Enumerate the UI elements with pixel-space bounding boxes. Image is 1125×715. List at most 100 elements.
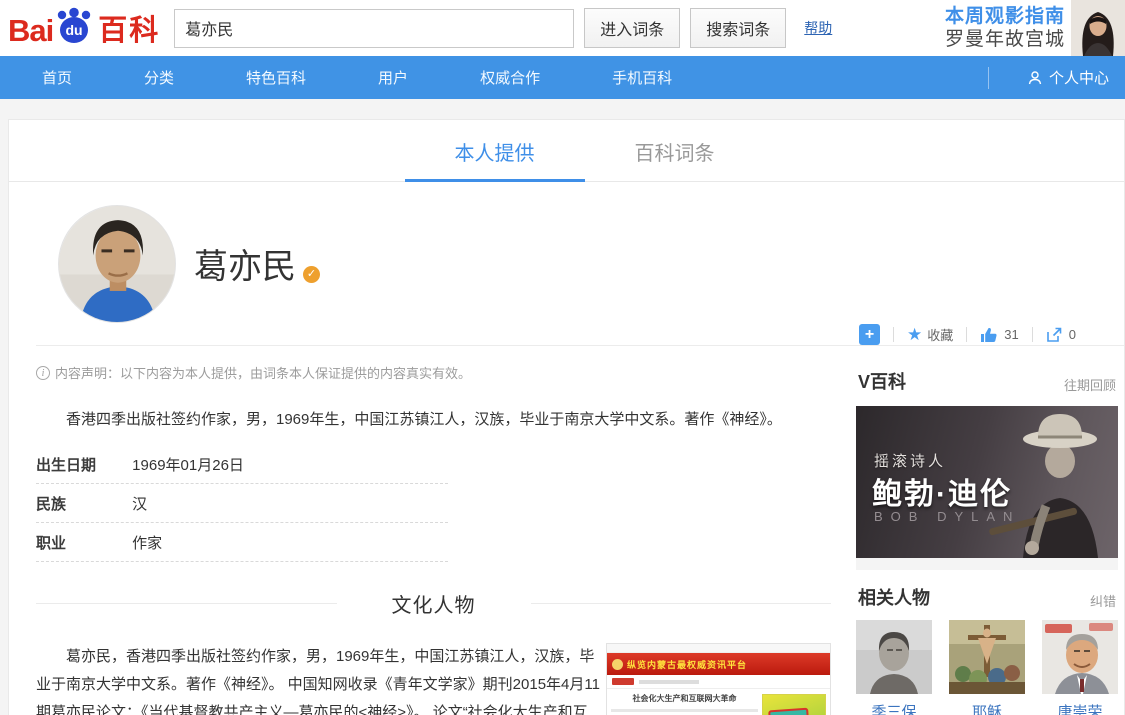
user-center-label: 个人中心 bbox=[1049, 67, 1109, 88]
section-rule-left bbox=[36, 603, 337, 604]
nav-divider bbox=[988, 67, 989, 89]
promo-line1: 本周观影指南 bbox=[945, 5, 1071, 28]
dylan-tagline: 摇滚诗人 bbox=[874, 450, 946, 471]
article-body: 纵览内蒙古最权威资讯平台 社会化大生产和互联网大革命 bbox=[36, 643, 831, 715]
promo-banner[interactable]: 本周观影指南 罗曼年故宫城 bbox=[937, 0, 1125, 56]
info-label: 职业 bbox=[36, 532, 128, 553]
news-breadcrumb-bar bbox=[639, 680, 699, 684]
nav-right: 个人中心 bbox=[988, 67, 1109, 89]
news-banner: 纵览内蒙古最权威资讯平台 bbox=[607, 653, 830, 675]
enter-entry-button[interactable]: 进入词条 bbox=[584, 8, 680, 48]
promo-image bbox=[1071, 0, 1125, 56]
related-person-jesus[interactable]: 耶稣 bbox=[949, 620, 1025, 715]
related-people-header: 相关人物 纠错 bbox=[856, 570, 1118, 620]
add-button[interactable]: + bbox=[859, 324, 880, 345]
nav-item-category[interactable]: 分类 bbox=[144, 67, 174, 88]
like-count: 31 bbox=[1004, 327, 1018, 342]
star-icon: ★ bbox=[907, 326, 922, 343]
news-banner-logo-icon bbox=[612, 659, 623, 670]
news-topbar bbox=[607, 644, 830, 653]
related-person-name: 唐崇荣 bbox=[1042, 701, 1118, 715]
news-body: 社会化大生产和互联网大革命 bbox=[607, 689, 830, 715]
related-person-name: 耶稣 bbox=[949, 701, 1025, 715]
related-person-photo bbox=[1042, 620, 1118, 694]
news-banner-text: 纵览内蒙古最权威资讯平台 bbox=[627, 658, 747, 671]
like-button[interactable]: 31 bbox=[980, 327, 1018, 343]
related-people-row: 季三保 bbox=[856, 620, 1118, 715]
search-entry-button[interactable]: 搜索词条 bbox=[690, 8, 786, 48]
sidebar: V百科 往期回顾 摇滚诗人 鲍勃·迪伦 BOB DYLAN bbox=[856, 346, 1118, 715]
person-name: 葛亦民 bbox=[194, 239, 296, 288]
related-people-title: 相关人物 bbox=[858, 584, 930, 610]
promo-text: 本周观影指南 罗曼年故宫城 bbox=[937, 5, 1071, 51]
info-label: 民族 bbox=[36, 493, 128, 514]
info-row-birthdate: 出生日期 1969年01月26日 bbox=[36, 445, 448, 484]
main-card: 本人提供 百科词条 葛亦民 ✓ bbox=[8, 119, 1125, 715]
vbaike-feature-card[interactable]: 摇滚诗人 鲍勃·迪伦 BOB DYLAN bbox=[856, 406, 1118, 558]
user-icon bbox=[1027, 70, 1043, 86]
nav-item-users[interactable]: 用户 bbox=[378, 67, 408, 88]
news-ad-image bbox=[762, 694, 826, 715]
info-row-ethnicity: 民族 汉 bbox=[36, 484, 448, 523]
info-icon: i bbox=[36, 366, 50, 380]
search-input[interactable] bbox=[174, 9, 574, 48]
vbaike-history-link[interactable]: 往期回顾 bbox=[1064, 375, 1116, 394]
favorite-button[interactable]: ★ 收藏 bbox=[907, 325, 953, 344]
section-header: 文化人物 bbox=[36, 589, 831, 618]
action-bar: + ★ 收藏 31 0 bbox=[859, 324, 1076, 345]
related-person-name: 季三保 bbox=[856, 701, 932, 715]
content-disclaimer: i 内容声明：以下内容为本人提供，由词条本人保证提供的内容真实有效。 bbox=[36, 363, 831, 382]
nav-item-authority[interactable]: 权威合作 bbox=[480, 67, 540, 88]
user-center-link[interactable]: 个人中心 bbox=[1027, 67, 1109, 88]
logo-bai-text: Bai bbox=[8, 13, 53, 49]
action-divider bbox=[893, 327, 894, 342]
related-people-card: 相关人物 纠错 bbox=[856, 570, 1118, 715]
content-row: i 内容声明：以下内容为本人提供，由词条本人保证提供的内容真实有效。 香港四季出… bbox=[9, 346, 1124, 715]
news-headline: 社会化大生产和互联网大革命 bbox=[611, 694, 758, 704]
help-link[interactable]: 帮助 bbox=[804, 18, 832, 38]
verified-badge-icon: ✓ bbox=[303, 266, 320, 283]
name-block: 葛亦民 ✓ bbox=[194, 239, 320, 288]
news-screenshot-image[interactable]: 纵览内蒙古最权威资讯平台 社会化大生产和互联网大革命 bbox=[606, 643, 831, 715]
news-article: 社会化大生产和互联网大革命 bbox=[611, 694, 762, 715]
news-site-logo bbox=[612, 678, 634, 685]
nav-item-mobile[interactable]: 手机百科 bbox=[612, 67, 672, 88]
nav-item-home[interactable]: 首页 bbox=[42, 67, 72, 88]
favorite-label: 收藏 bbox=[927, 325, 953, 344]
promo-line2: 罗曼年故宫城 bbox=[945, 28, 1071, 51]
profile-section: 葛亦民 ✓ + ★ 收藏 31 0 bbox=[36, 182, 1124, 346]
section-rule-right bbox=[531, 603, 832, 604]
news-site-row bbox=[607, 675, 830, 689]
baidu-paw-icon: du bbox=[54, 7, 94, 49]
thumbs-up-icon bbox=[980, 327, 998, 343]
related-person-photo bbox=[949, 620, 1025, 694]
error-correction-link[interactable]: 纠错 bbox=[1090, 591, 1116, 610]
page-gap bbox=[0, 99, 1125, 119]
related-person-photo bbox=[856, 620, 932, 694]
person-summary: 香港四季出版社签约作家，男，1969年生，中国江苏镇江人，汉族，毕业于南京大学中… bbox=[36, 408, 831, 431]
share-button[interactable]: 0 bbox=[1046, 327, 1076, 343]
related-person-ji-sanbao[interactable]: 季三保 bbox=[856, 620, 932, 715]
dylan-latin-name: BOB DYLAN bbox=[874, 509, 1020, 524]
disclaimer-text: 内容声明：以下内容为本人提供，由词条本人保证提供的内容真实有效。 bbox=[55, 363, 471, 382]
section-title: 文化人物 bbox=[392, 589, 476, 618]
tab-baike-entry[interactable]: 百科词条 bbox=[585, 120, 765, 182]
info-value: 汉 bbox=[132, 496, 147, 513]
vbaike-title: V百科 bbox=[858, 368, 906, 394]
top-header: Bai du 百科 进入词条 搜索词条 帮助 本周观影指南 罗曼年故宫城 bbox=[0, 0, 1125, 56]
nav-item-featured[interactable]: 特色百科 bbox=[246, 67, 306, 88]
info-row-occupation: 职业 作家 bbox=[36, 523, 448, 562]
info-value: 1969年01月26日 bbox=[132, 457, 244, 474]
article-column: i 内容声明：以下内容为本人提供，由词条本人保证提供的内容真实有效。 香港四季出… bbox=[36, 346, 831, 715]
related-person-tang-chongrong[interactable]: 唐崇荣 bbox=[1042, 620, 1118, 715]
basic-info-table: 出生日期 1969年01月26日 民族 汉 职业 作家 bbox=[36, 445, 448, 562]
share-count: 0 bbox=[1069, 327, 1076, 342]
share-icon bbox=[1046, 327, 1063, 343]
news-text-bar bbox=[611, 709, 758, 712]
tab-self-provided[interactable]: 本人提供 bbox=[405, 120, 585, 182]
logo-du-text: du bbox=[66, 22, 83, 38]
baidu-baike-logo[interactable]: Bai du 百科 bbox=[8, 7, 160, 49]
action-divider bbox=[1032, 327, 1033, 342]
info-value: 作家 bbox=[132, 535, 162, 552]
logo-baike-text: 百科 bbox=[98, 7, 160, 49]
